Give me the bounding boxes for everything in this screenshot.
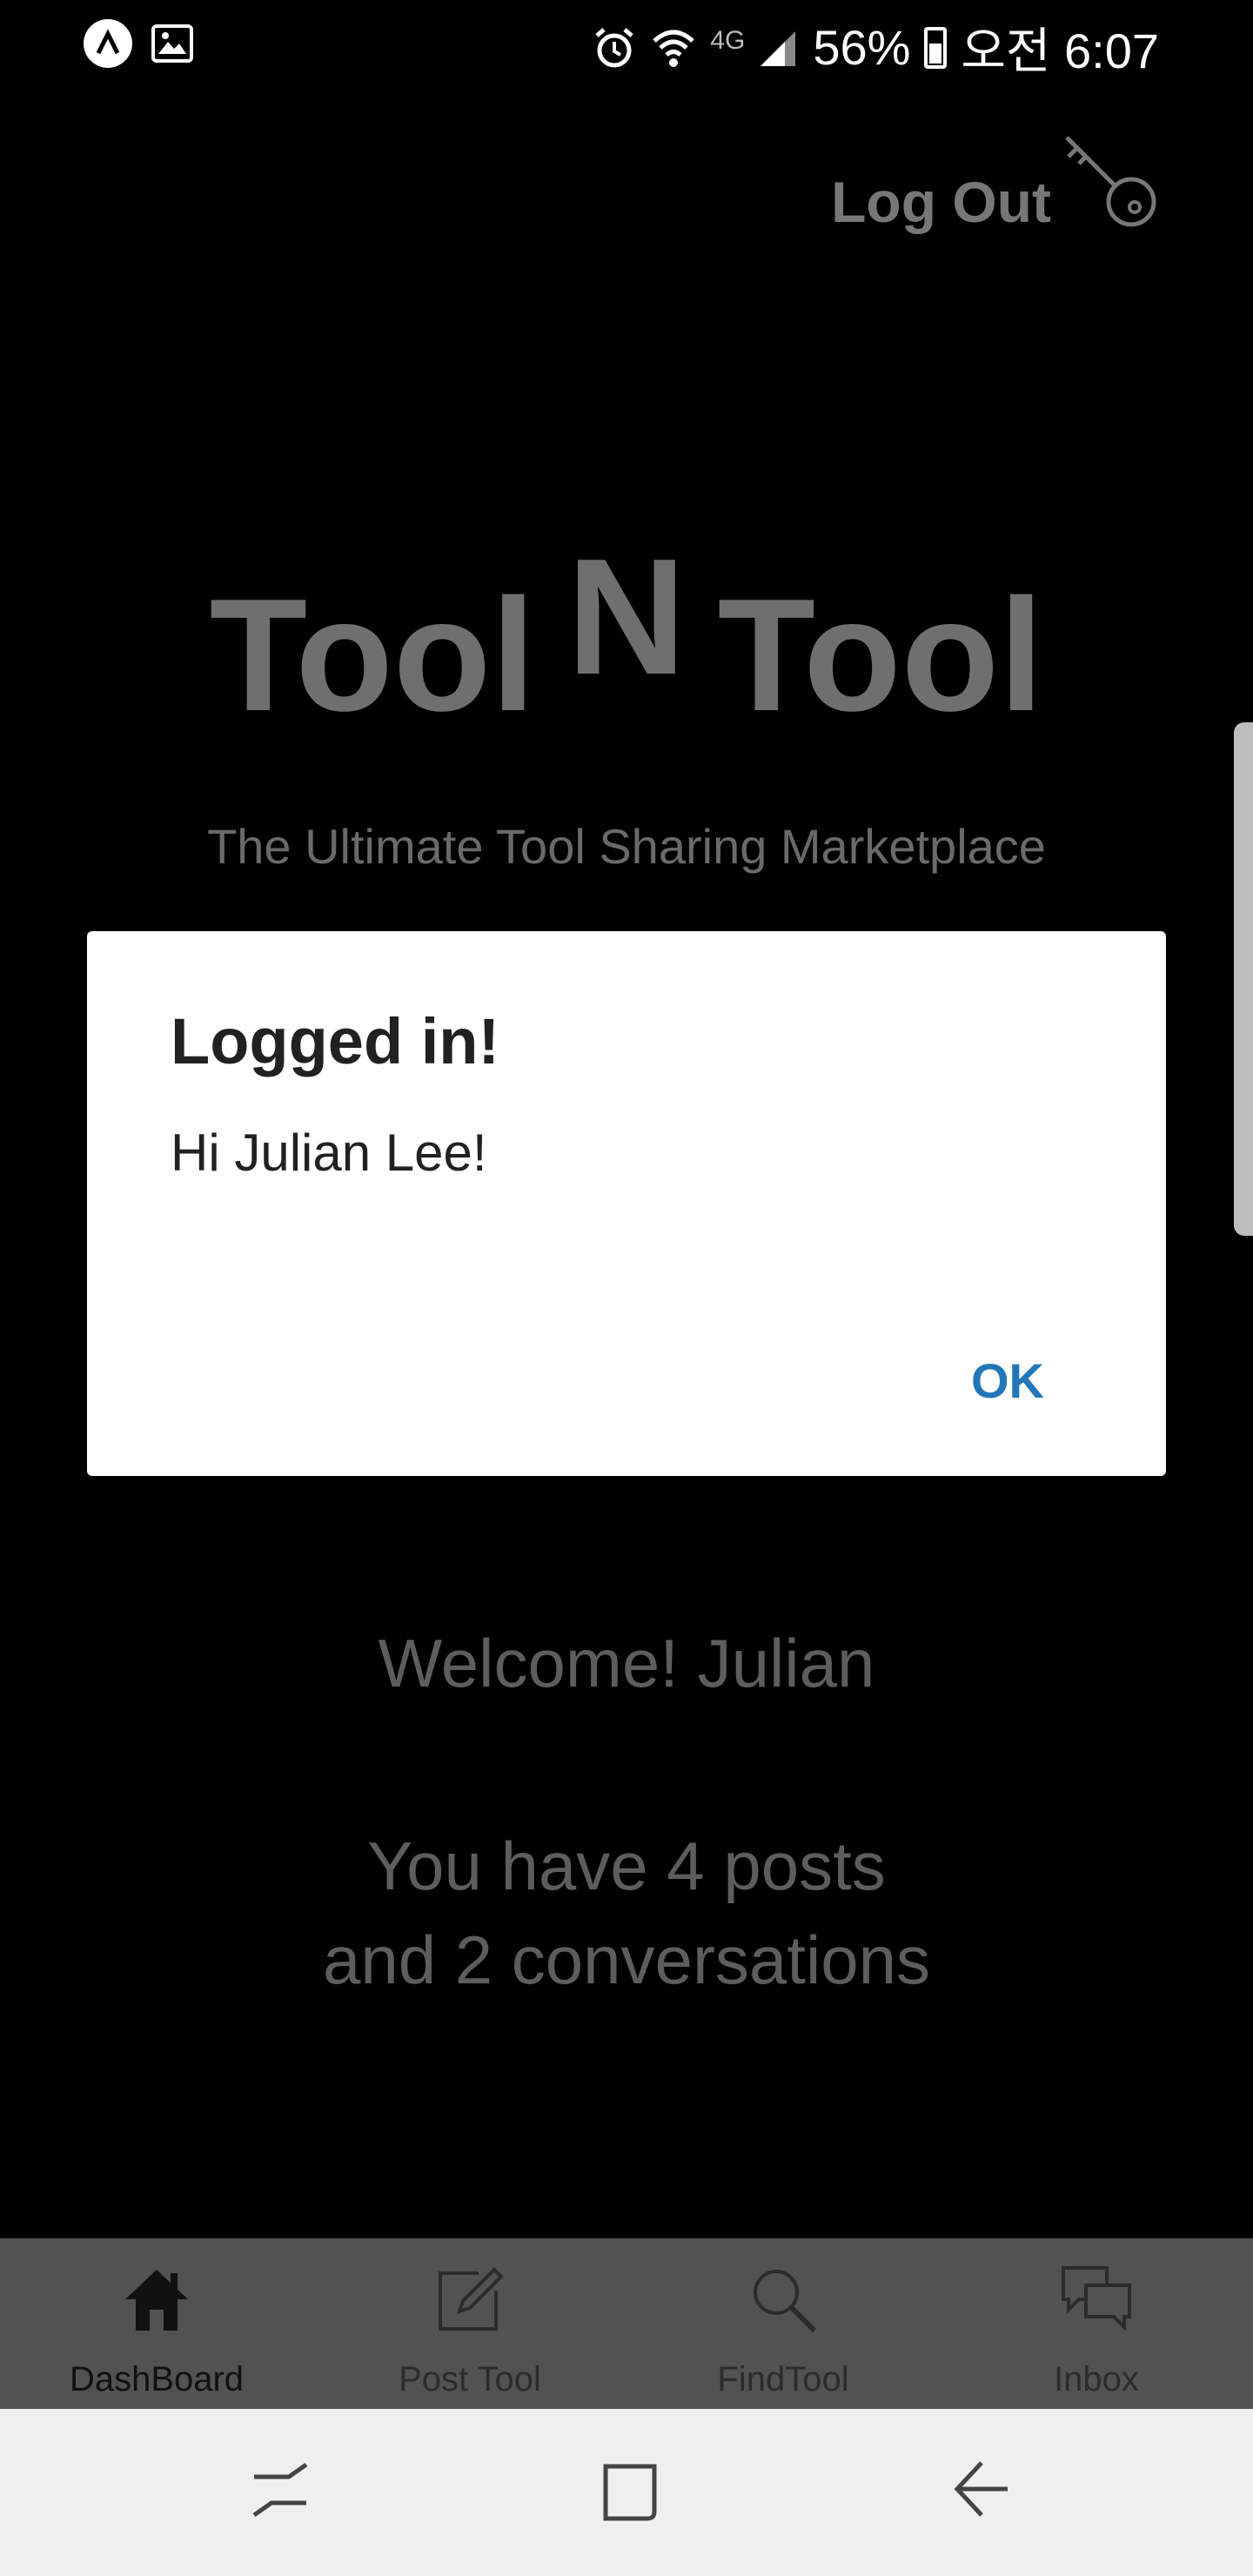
- home-icon: [125, 2270, 188, 2331]
- title-right: Tool: [717, 565, 1044, 744]
- battery-percent: 56%: [813, 20, 911, 75]
- system-nav-bar: [0, 2409, 1253, 2576]
- tab-post-tool[interactable]: Post Tool: [313, 2238, 626, 2409]
- stats-text: You have 4 posts and 2 conversations: [0, 1819, 1253, 2007]
- tab-label-dashboard: DashBoard: [69, 2360, 245, 2398]
- tab-label-post-tool: Post Tool: [399, 2360, 541, 2398]
- signal-icon: [761, 30, 796, 66]
- search-icon: [754, 2270, 817, 2333]
- dialog-message: Hi Julian Lee!: [171, 1124, 487, 1182]
- clock: 오전 6:07: [961, 23, 1159, 78]
- battery-icon: [924, 26, 948, 69]
- welcome-text: Welcome! Julian: [378, 1625, 875, 1701]
- key-icon: [1065, 136, 1156, 227]
- tab-dashboard[interactable]: DashBoard: [0, 2238, 313, 2409]
- title-left: Tool: [209, 565, 536, 744]
- stats-posts: You have 4 posts: [367, 1828, 886, 1904]
- network-type: 4G: [710, 25, 746, 55]
- ok-button[interactable]: OK: [971, 1352, 1044, 1409]
- dialog-title: Logged in!: [171, 1005, 500, 1077]
- logout-button[interactable]: Log Out: [831, 131, 1166, 235]
- recents-icon[interactable]: [251, 2458, 312, 2527]
- tab-inbox[interactable]: Inbox: [940, 2238, 1253, 2409]
- chat-icon: [1062, 2266, 1131, 2331]
- app-title: Tool N Tool: [0, 525, 1253, 747]
- status-left: [84, 19, 193, 68]
- home-button-icon[interactable]: [600, 2458, 661, 2527]
- title-mid: N: [566, 525, 687, 709]
- tab-find-tool[interactable]: FindTool: [626, 2238, 940, 2409]
- stats-conversations: and 2 conversations: [322, 1922, 931, 1998]
- tab-label-find-tool: FindTool: [717, 2360, 849, 2398]
- back-icon[interactable]: [952, 2458, 1013, 2527]
- gallery-icon: [151, 24, 193, 63]
- logout-label: Log Out: [831, 170, 1051, 234]
- status-bar: 4G 56% 오전 6:07: [0, 0, 1253, 87]
- bottom-tab-bar: DashBoard Post Tool FindTool Inbox: [0, 2238, 1253, 2409]
- login-dialog: Logged in! Hi Julian Lee! OK: [87, 931, 1166, 1476]
- tab-label-inbox: Inbox: [1054, 2360, 1139, 2398]
- app-subtitle: The Ultimate Tool Sharing Marketplace: [207, 819, 1046, 874]
- alarm-icon: [595, 27, 633, 67]
- edit-icon: [439, 2267, 504, 2331]
- edge-panel-handle[interactable]: [1234, 722, 1253, 1236]
- wifi-icon: [653, 30, 694, 67]
- status-right: 4G 56% 오전 6:07: [592, 12, 1159, 83]
- app-a-icon: [84, 19, 132, 68]
